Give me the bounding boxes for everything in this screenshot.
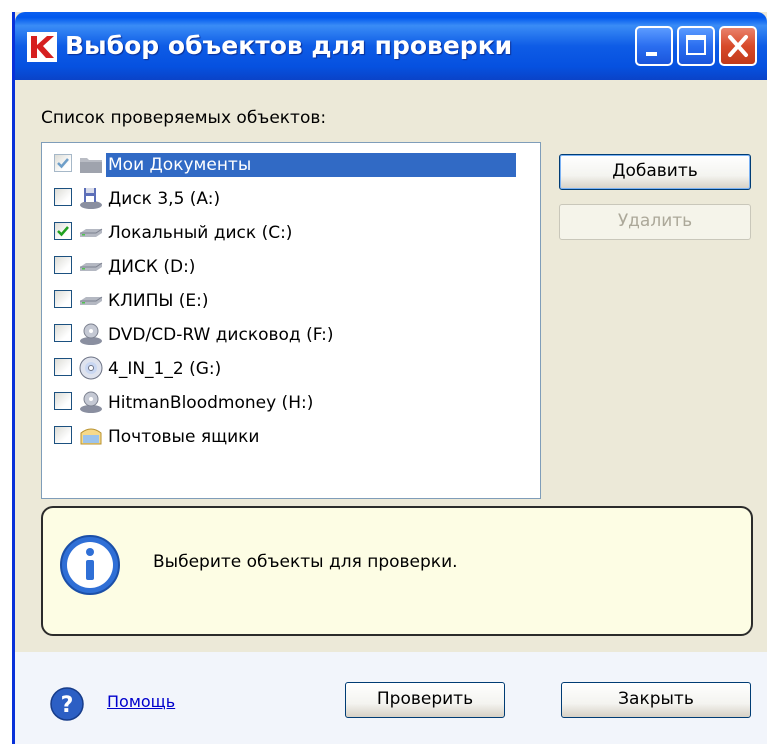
- hard-drive-icon: [80, 228, 103, 237]
- checkbox[interactable]: [54, 188, 72, 206]
- list-item-label: 4_IN_1_2 (G:): [108, 359, 222, 379]
- checkbox[interactable]: [54, 154, 72, 172]
- list-item-clips-e[interactable]: КЛИПЫ (E:): [42, 285, 538, 315]
- list-item-my-documents[interactable]: Мои Документы: [42, 149, 538, 179]
- add-button[interactable]: Добавить: [559, 154, 751, 190]
- info-icon: [60, 535, 120, 595]
- list-item-label: Почтовые ящики: [108, 427, 260, 447]
- cd-disc-icon: [79, 356, 103, 380]
- maximize-button[interactable]: [677, 26, 715, 66]
- folder-icon: [80, 158, 102, 173]
- maximize-icon: [686, 35, 706, 55]
- optical-drive-icon: [80, 391, 102, 413]
- list-item-label: Мои Документы: [106, 153, 516, 177]
- check-button[interactable]: Проверить: [345, 682, 505, 718]
- check-mark-icon: [57, 226, 69, 237]
- minimize-button[interactable]: [635, 26, 673, 66]
- list-item-label: Локальный диск (C:): [108, 223, 293, 243]
- checkbox[interactable]: [54, 222, 72, 240]
- close-button[interactable]: Закрыть: [561, 682, 751, 718]
- floppy-drive-icon: [80, 188, 102, 209]
- info-message: Выберите объекты для проверки.: [153, 552, 458, 572]
- checkbox[interactable]: [54, 324, 72, 342]
- list-label: Список проверяемых объектов:: [41, 108, 327, 128]
- minimize-icon: [646, 52, 657, 56]
- list-item-label: ДИСК (D:): [108, 257, 196, 277]
- checkbox[interactable]: [54, 290, 72, 308]
- close-window-button[interactable]: [719, 26, 757, 66]
- hard-drive-icon: [80, 262, 103, 271]
- checkbox[interactable]: [54, 392, 72, 410]
- list-item-label: DVD/CD-RW дисковод (F:): [108, 325, 334, 345]
- list-item-label: КЛИПЫ (E:): [108, 291, 209, 311]
- hard-drive-icon: [80, 296, 103, 305]
- list-item-label: HitmanBloodmoney (H:): [108, 393, 314, 413]
- list-item-local-disk-c[interactable]: Локальный диск (C:): [42, 217, 538, 247]
- help-icon[interactable]: ?: [49, 686, 85, 722]
- svg-text:?: ?: [61, 693, 74, 718]
- list-item-hitman-h[interactable]: HitmanBloodmoney (H:): [42, 387, 538, 417]
- list-item-label: Диск 3,5 (A:): [108, 189, 221, 209]
- kaspersky-logo-icon: [27, 32, 57, 62]
- close-icon: [728, 35, 748, 57]
- list-item-disk-d[interactable]: ДИСК (D:): [42, 251, 538, 281]
- optical-drive-icon: [80, 323, 102, 345]
- checkbox[interactable]: [54, 426, 72, 444]
- remove-button[interactable]: Удалить: [559, 204, 751, 240]
- dialog-window: Выбор объектов для проверки Список прове…: [12, 12, 767, 744]
- list-item-cd-g[interactable]: 4_IN_1_2 (G:): [42, 353, 538, 383]
- title-bar[interactable]: Выбор объектов для проверки: [15, 12, 767, 80]
- list-item-mailboxes[interactable]: Почтовые ящики: [42, 421, 538, 451]
- checkbox[interactable]: [54, 256, 72, 274]
- list-item-floppy-a[interactable]: Диск 3,5 (A:): [42, 183, 538, 213]
- info-panel: Выберите объекты для проверки.: [41, 506, 753, 636]
- window-title: Выбор объектов для проверки: [65, 31, 513, 60]
- checkbox[interactable]: [54, 358, 72, 376]
- mailbox-icon: [80, 428, 102, 445]
- list-item-dvd-f[interactable]: DVD/CD-RW дисковод (F:): [42, 319, 538, 349]
- objects-listbox[interactable]: Мои Документы Диск 3,5 (A:) Локальный ди…: [41, 142, 541, 499]
- check-mark-icon: [57, 158, 69, 169]
- help-link[interactable]: Помощь: [107, 692, 175, 711]
